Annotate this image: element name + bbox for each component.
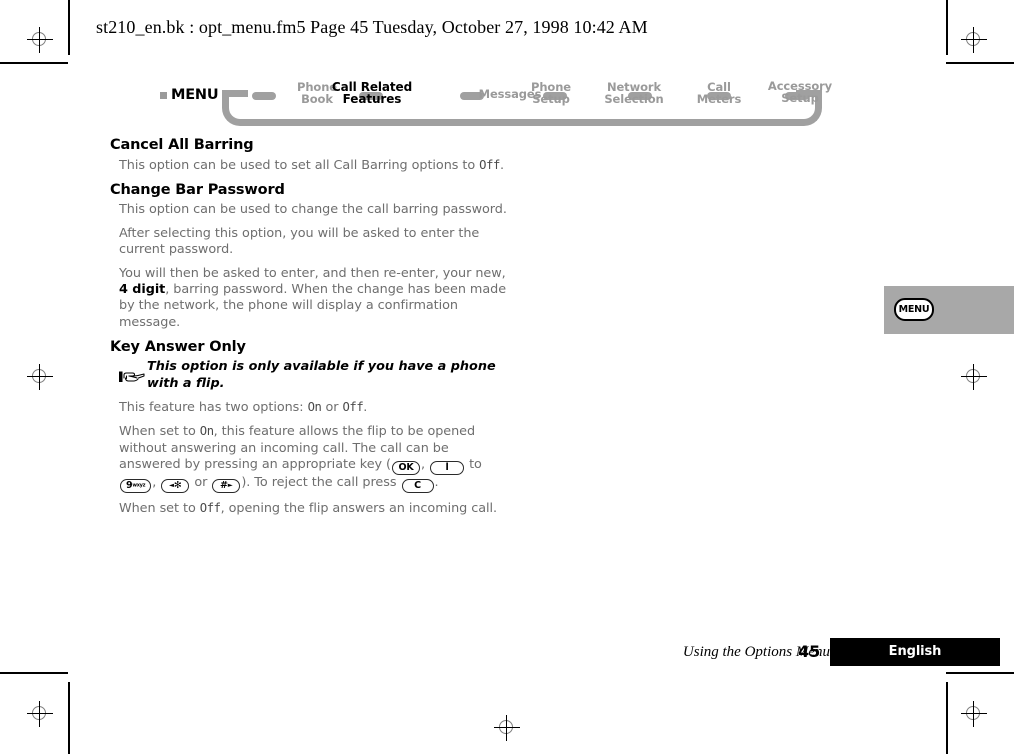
text-run: When set to <box>119 501 200 517</box>
registration-mark-bottom-center <box>494 715 520 741</box>
footer-language-label: English <box>888 644 942 659</box>
text-run: . <box>434 475 439 491</box>
paragraph-enter-current-password: After selecting this option, you will be… <box>119 225 480 258</box>
registration-mark-top-right <box>961 27 987 53</box>
text-run: ). To reject the call press <box>241 475 401 491</box>
nav-item-call-related-features-line2: Features <box>342 92 402 106</box>
text-run: , barring password. When the change has … <box>119 282 507 330</box>
value-off: Off <box>479 158 500 172</box>
trim-line-right-vertical-bottom <box>946 682 948 754</box>
key-nine-letters: wxyz <box>132 482 146 489</box>
nav-item-call-related-features[interactable]: Call Related Features <box>304 81 440 105</box>
footer-language-bar: English <box>830 638 1000 666</box>
key-hash[interactable]: #► <box>212 479 241 494</box>
trim-line-bottom-left-horizontal <box>0 672 68 674</box>
registration-mark-mid-left <box>27 364 53 390</box>
section-heading-key-answer-only: Key Answer Only <box>110 339 246 356</box>
text-run: or <box>321 400 343 416</box>
value-on: On <box>307 400 322 415</box>
text-run: or <box>190 475 212 491</box>
text-run: to <box>465 457 482 473</box>
paragraph-cancel-all-barring: This option can be used to set all Call … <box>110 157 510 174</box>
value-off: Off <box>199 501 221 516</box>
trim-line-top-right-horizontal <box>946 62 1014 64</box>
key-nine[interactable]: 9wxyz <box>120 479 152 494</box>
nav-connector-1 <box>252 92 276 100</box>
key-clear[interactable]: C <box>401 479 434 494</box>
key-star-glyph: ✻ <box>173 480 182 492</box>
trim-line-bottom-right-horizontal <box>946 672 1014 674</box>
registration-mark-mid-right <box>961 364 987 390</box>
square-bullet-icon <box>160 91 167 99</box>
nav-item-accessory-setup-line2: Setup <box>781 90 819 105</box>
note-flip-only-text: This option is only available if you hav… <box>147 359 496 391</box>
nav-item-accessory-setup[interactable]: Accessory Setup <box>722 80 878 105</box>
section-heading-change-bar-password: Change Bar Password <box>110 182 285 199</box>
value-on: On <box>199 424 214 439</box>
emphasis-4-digit: 4 digit <box>119 282 166 298</box>
text-run: When set to <box>119 424 200 440</box>
menu-breadcrumb-nav: MENU Phone Book Call Related Features Me… <box>160 76 840 130</box>
text-run: , <box>152 475 161 491</box>
registration-mark-bottom-right <box>961 701 987 727</box>
text-run: You will then be asked to enter, and the… <box>119 265 506 281</box>
trim-line-top-left-horizontal <box>0 62 68 64</box>
paragraph-when-set-to-off: When set to Off, opening the flip answer… <box>110 500 510 517</box>
text-run: . <box>363 400 368 416</box>
key-star[interactable]: ◄✻ <box>161 479 190 494</box>
trim-line-left-vertical-bottom <box>68 682 70 754</box>
key-hash-arrow: ► <box>227 481 233 490</box>
note-flip-only: This option is only available if you hav… <box>110 359 510 392</box>
registration-mark-bottom-left <box>27 701 53 727</box>
text-run: This option can be used to set all Call … <box>119 158 480 173</box>
footer-page-number: 45 <box>798 642 821 661</box>
key-hash-glyph: # <box>220 480 228 492</box>
nav-menu-label: MENU <box>171 87 219 103</box>
text-run: . <box>499 158 505 173</box>
text-run: This feature has two options: <box>119 400 308 416</box>
page-footer: Using the Options Menu 45 English <box>0 638 1014 670</box>
key-one[interactable]: l <box>430 461 465 476</box>
text-run: , opening the flip answers an incoming c… <box>220 501 498 517</box>
sidebar-menu-key[interactable]: MENU <box>894 298 934 321</box>
paragraph-change-bar-password-intro: This option can be used to change the ca… <box>119 202 507 218</box>
paragraph-new-password: You will then be asked to enter, and the… <box>110 266 510 332</box>
paragraph-when-set-to-on: When set to On, this feature allows the … <box>110 423 510 494</box>
sidebar-tab-menu[interactable]: MENU <box>884 286 1014 334</box>
section-heading-cancel-all-barring: Cancel All Barring <box>110 137 254 153</box>
trim-line-left-vertical-top <box>68 0 70 55</box>
trim-line-right-vertical-top <box>946 0 948 55</box>
key-ok[interactable]: OK <box>392 461 421 476</box>
page-content: Cancel All Barring This option can be us… <box>110 136 510 525</box>
registration-mark-top-left <box>27 27 53 53</box>
nav-menu-root: MENU <box>160 87 219 103</box>
value-off: Off <box>342 400 364 415</box>
pointing-hand-icon <box>119 370 145 384</box>
paragraph-two-options: This feature has two options: On or Off. <box>110 399 510 416</box>
text-run: , <box>421 457 430 473</box>
document-header-line: st210_en.bk : opt_menu.fm5 Page 45 Tuesd… <box>96 17 648 37</box>
